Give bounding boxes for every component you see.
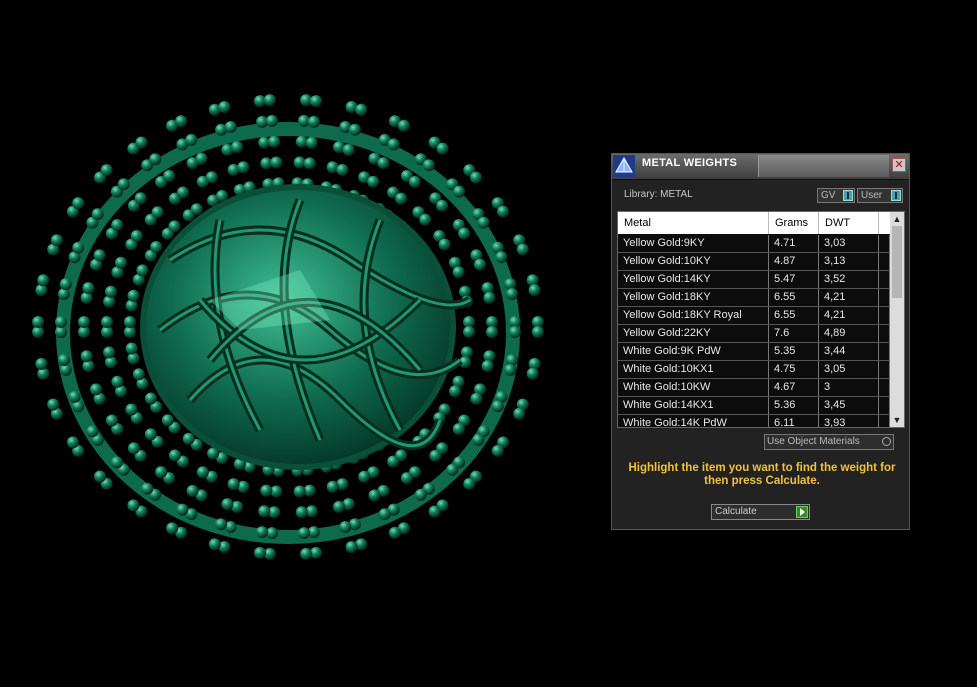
cell-empty (879, 307, 890, 324)
toggle-knob-icon (843, 190, 853, 201)
cell-metal: Yellow Gold:10KY (618, 253, 769, 270)
table-body: Yellow Gold:9KY 4.71 3,03 Yellow Gold:10KY 4… (618, 235, 890, 427)
cell-empty (879, 325, 890, 342)
cell-grams: 4.67 (769, 379, 819, 396)
use-object-materials-toggle[interactable]: Use Object Materials (764, 434, 894, 450)
table-row[interactable]: Yellow Gold:22KY 7.6 4,89 (618, 325, 890, 343)
cell-dwt: 3,52 (819, 271, 879, 288)
cell-grams: 7.6 (769, 325, 819, 342)
play-icon (796, 506, 808, 518)
panel-titlebar[interactable]: METAL WEIGHTS ✕ (612, 154, 909, 180)
cell-dwt: 4,89 (819, 325, 879, 342)
panel-title: METAL WEIGHTS (642, 157, 738, 169)
cell-metal: Yellow Gold:18KY (618, 289, 769, 306)
use-object-materials-label: Use Object Materials (767, 436, 860, 447)
column-header-metal[interactable]: Metal (618, 212, 769, 234)
table-header: Metal Grams DWT (618, 212, 890, 234)
cell-empty (879, 343, 890, 360)
instructions-text: Highlight the item you want to find the … (628, 462, 896, 487)
calculate-label: Calculate (715, 506, 757, 517)
cell-grams: 6.11 (769, 415, 819, 427)
cell-metal: Yellow Gold:22KY (618, 325, 769, 342)
app-logo-icon (613, 155, 635, 177)
scroll-down-icon[interactable]: ▼ (890, 413, 904, 427)
metal-weights-panel: METAL WEIGHTS ✕ Library: METAL GV User M… (611, 153, 910, 530)
radio-circle-icon (882, 437, 891, 446)
cell-grams: 4.87 (769, 253, 819, 270)
3d-ring-model (32, 94, 544, 560)
cell-grams: 6.55 (769, 289, 819, 306)
cell-metal: White Gold:14K PdW (618, 415, 769, 427)
cell-empty (879, 415, 890, 427)
cell-dwt: 3,93 (819, 415, 879, 427)
cell-grams: 5.35 (769, 343, 819, 360)
column-header-grams[interactable]: Grams (769, 212, 819, 234)
gv-toggle-label: GV (821, 190, 836, 201)
table-scrollbar[interactable]: ▲ ▼ (890, 212, 904, 427)
3d-viewport[interactable] (0, 0, 600, 687)
cell-dwt: 4,21 (819, 289, 879, 306)
cell-empty (879, 361, 890, 378)
table-row[interactable]: White Gold:14K PdW 6.11 3,93 (618, 415, 890, 427)
toggle-knob-icon (891, 190, 901, 201)
table-row[interactable]: White Gold:10KW 4.67 3 (618, 379, 890, 397)
calculate-button[interactable]: Calculate (711, 504, 810, 520)
cell-grams: 6.55 (769, 307, 819, 324)
cell-grams: 4.75 (769, 361, 819, 378)
cell-metal: White Gold:10KX1 (618, 361, 769, 378)
cell-grams: 5.36 (769, 397, 819, 414)
metal-table: Metal Grams DWT Yellow Gold:9KY 4.71 3,03 Y… (617, 211, 905, 428)
user-toggle[interactable]: User (857, 188, 903, 203)
cell-empty (879, 379, 890, 396)
cell-empty (879, 289, 890, 306)
cell-dwt: 3,13 (819, 253, 879, 270)
table-row[interactable]: Yellow Gold:9KY 4.71 3,03 (618, 235, 890, 253)
user-toggle-label: User (861, 190, 883, 201)
scroll-thumb[interactable] (892, 226, 902, 298)
cell-metal: White Gold:14KX1 (618, 397, 769, 414)
cell-metal: Yellow Gold:18KY Royal (618, 307, 769, 324)
table-row[interactable]: White Gold:14KX1 5.36 3,45 (618, 397, 890, 415)
cell-dwt: 3,45 (819, 397, 879, 414)
table-row[interactable]: White Gold:9K PdW 5.35 3,44 (618, 343, 890, 361)
cell-empty (879, 271, 890, 288)
scroll-up-icon[interactable]: ▲ (890, 212, 904, 226)
cell-empty (879, 397, 890, 414)
cell-dwt: 3,03 (819, 235, 879, 252)
cell-grams: 5.47 (769, 271, 819, 288)
table-row[interactable]: Yellow Gold:14KY 5.47 3,52 (618, 271, 890, 289)
close-button[interactable]: ✕ (892, 158, 906, 172)
title-tab (758, 155, 889, 177)
cell-dwt: 3 (819, 379, 879, 396)
cell-metal: White Gold:9K PdW (618, 343, 769, 360)
table-row[interactable]: Yellow Gold:18KY 6.55 4,21 (618, 289, 890, 307)
cell-empty (879, 235, 890, 252)
cell-metal: Yellow Gold:14KY (618, 271, 769, 288)
cell-grams: 4.71 (769, 235, 819, 252)
cell-metal: White Gold:10KW (618, 379, 769, 396)
cell-metal: Yellow Gold:9KY (618, 235, 769, 252)
cell-dwt: 4,21 (819, 307, 879, 324)
cell-empty (879, 253, 890, 270)
table-row[interactable]: Yellow Gold:18KY Royal 6.55 4,21 (618, 307, 890, 325)
gv-toggle[interactable]: GV (817, 188, 855, 203)
column-header-dwt[interactable]: DWT (819, 212, 879, 234)
library-label: Library: METAL (624, 189, 693, 200)
cell-dwt: 3,44 (819, 343, 879, 360)
cell-dwt: 3,05 (819, 361, 879, 378)
table-row[interactable]: White Gold:10KX1 4.75 3,05 (618, 361, 890, 379)
table-row[interactable]: Yellow Gold:10KY 4.87 3,13 (618, 253, 890, 271)
